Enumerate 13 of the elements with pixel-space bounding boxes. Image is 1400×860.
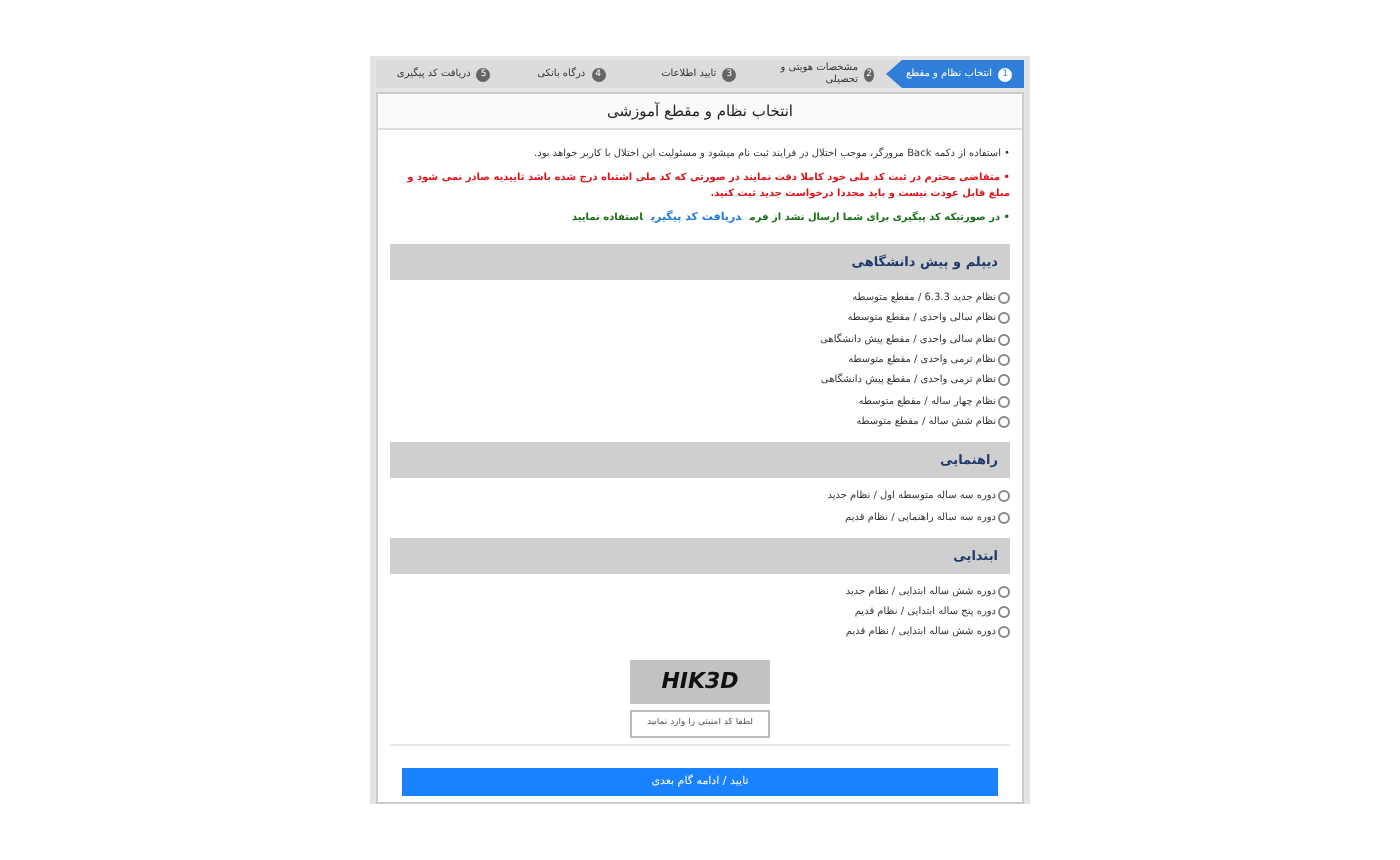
radio-icon[interactable] [998,585,1010,598]
radio-icon[interactable] [998,333,1010,346]
radio-icon[interactable] [998,626,1010,639]
radio-icon[interactable] [998,490,1010,503]
radio-icon[interactable] [998,292,1010,305]
captcha-image: HIK3D [630,659,770,704]
radio-icon[interactable] [998,511,1010,524]
radio-icon[interactable] [998,354,1010,367]
radio-icon[interactable] [998,415,1010,428]
radio-icon[interactable] [998,606,1010,619]
radio-icon[interactable] [998,312,1010,325]
radio-icon[interactable] [998,374,1010,387]
radio-icon[interactable] [998,395,1010,408]
